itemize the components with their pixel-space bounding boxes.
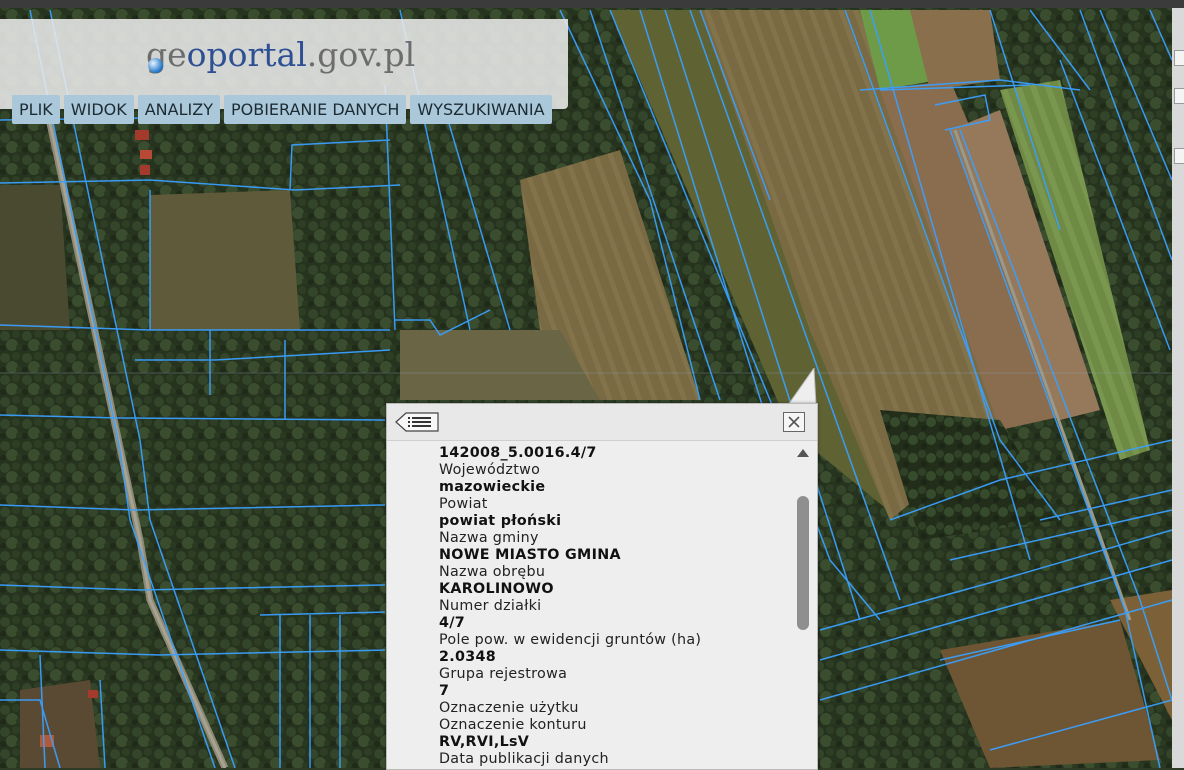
menu-item-pobieranie-danych[interactable]: POBIERANIE DANYCH: [223, 95, 407, 124]
edge-chip[interactable]: [1174, 148, 1184, 164]
edge-chip[interactable]: [1174, 50, 1184, 66]
popup-header: [387, 404, 817, 441]
attribute-label: Pole pow. w ewidencji gruntów (ha): [439, 632, 702, 648]
attribute-value: 2.0348: [439, 649, 496, 665]
attribute-value: NOWE MIASTO GMINA: [439, 547, 621, 563]
attribute-value: 4/7: [439, 615, 466, 631]
menu-item-wyszukiwania[interactable]: WYSZUKIWANIA: [410, 95, 552, 124]
header-panel: geoportal.gov.pl PLIK WIDOK ANALIZY POBI…: [0, 19, 568, 124]
attribute-value: powiat płoński: [439, 513, 562, 529]
popup-content: 142008_5.0016.4/7 Województwo mazowieckie P…: [387, 441, 791, 769]
attribute-value: RV,RVI,LsV: [439, 734, 530, 750]
attribute-value: 142008_5.0016.4/7: [439, 445, 597, 461]
browser-top-bar: [0, 0, 1184, 8]
attribute-label: Grupa rejestrowa: [439, 666, 568, 682]
triangle-up-icon[interactable]: [797, 449, 809, 457]
attribute-value: 7: [439, 683, 450, 699]
attribute-label: Numer działki: [439, 598, 542, 614]
scroll-thumb[interactable]: [797, 496, 809, 630]
menu-item-plik[interactable]: PLIK: [12, 95, 60, 124]
attribute-label: Powiat: [439, 496, 488, 512]
logo-text-portal: oportal: [186, 35, 307, 74]
menu-item-widok[interactable]: WIDOK: [63, 95, 134, 124]
right-edge-panel: [1172, 8, 1184, 768]
popup-scrollbar[interactable]: [792, 441, 816, 769]
list-back-icon[interactable]: [395, 411, 439, 433]
attribute-label: Nazwa obrębu: [439, 564, 546, 580]
attribute-label: Data publikacji danych: [439, 751, 609, 767]
menu-item-analizy[interactable]: ANALIZY: [137, 95, 220, 124]
attribute-list: 142008_5.0016.4/7 Województwo mazowieckie P…: [439, 445, 701, 768]
popup-pointer: [788, 368, 817, 405]
attribute-label: Województwo: [439, 462, 541, 478]
attribute-label: Oznaczenie użytku: [439, 700, 579, 716]
attribute-label: Nazwa gminy: [439, 530, 539, 546]
logo-text-domain: .gov.pl: [306, 35, 416, 74]
geoportal-logo[interactable]: geoportal.gov.pl: [146, 35, 416, 74]
edge-chip[interactable]: [1174, 88, 1184, 104]
main-menu: PLIK WIDOK ANALIZY POBIERANIE DANYCH WYS…: [12, 95, 552, 124]
parcel-info-popup: 142008_5.0016.4/7 Województwo mazowieckie P…: [386, 403, 818, 770]
globe-icon: [148, 58, 163, 73]
attribute-label: Oznaczenie konturu: [439, 717, 587, 733]
close-icon[interactable]: [783, 412, 805, 432]
attribute-value: KAROLINOWO: [439, 581, 554, 597]
attribute-value: mazowieckie: [439, 479, 546, 495]
